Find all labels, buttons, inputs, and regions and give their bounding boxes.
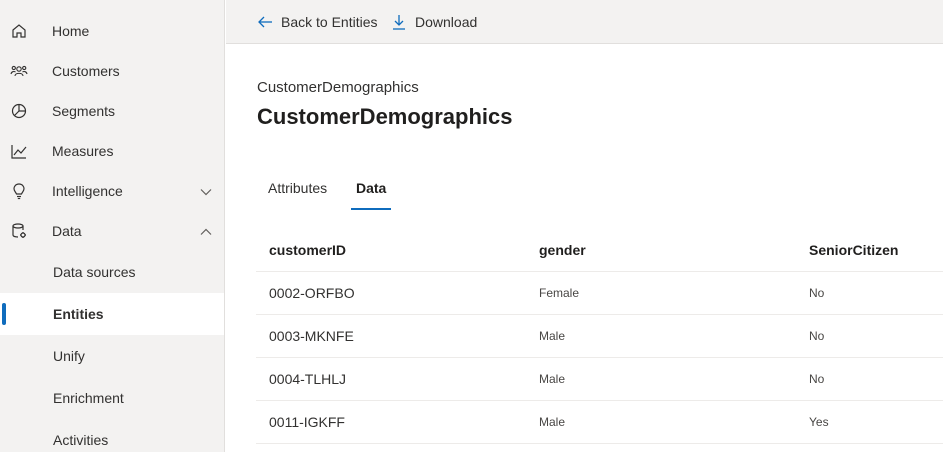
sidebar-subitem-enrichment[interactable]: Enrichment [0,377,224,419]
column-header-customerid[interactable]: customerID [269,228,346,271]
cell-gender: Male [539,329,566,343]
cell-seniorcitizen: No [809,329,825,343]
cell-customerid: 0003-MKNFE [269,328,354,344]
cell-customerid: 0004-TLHLJ [269,371,347,387]
sidebar-item-intelligence[interactable]: Intelligence [0,171,224,211]
table-row[interactable]: 0011-IGKFF Male Yes [256,401,943,444]
sidebar-item-label: Intelligence [52,183,123,199]
sidebar-item-measures[interactable]: Measures [0,131,224,171]
selected-indicator [2,303,6,325]
sidebar-item-label: Customers [52,63,120,79]
sidebar-subitem-label: Entities [53,306,104,322]
cell-gender: Male [539,372,566,386]
tab-data[interactable]: Data [356,180,386,196]
cell-customerid: 0002-ORFBO [269,285,355,301]
page-subtitle: CustomerDemographics [257,79,419,96]
sidebar-nav: Home Customers Segments Measures Intelli… [0,0,225,452]
sidebar-item-segments[interactable]: Segments [0,91,224,131]
column-header-seniorcitizen[interactable]: SeniorCitizen [809,228,898,271]
cell-seniorcitizen: No [809,286,825,300]
cell-customerid: 0011-IGKFF [269,414,345,430]
back-label: Back to Entities [281,13,378,30]
sidebar-subitem-activities[interactable]: Activities [0,419,224,452]
data-icon [12,223,26,238]
cell-gender: Male [539,415,566,429]
sidebar-subitem-label: Activities [53,432,109,448]
sidebar-subitem-label: Unify [53,348,85,364]
sidebar-item-label: Segments [52,103,116,119]
cell-gender: Female [539,286,580,300]
sidebar-subitem-label: Data sources [53,264,136,280]
table-row[interactable]: 0004-TLHLJ Male No [256,358,943,401]
table-row[interactable]: 0003-MKNFE Male No [256,315,943,358]
lightbulb-icon [13,183,25,200]
page-title: CustomerDemographics [257,104,513,129]
back-to-entities-button[interactable]: Back to Entities [257,0,378,43]
cell-seniorcitizen: Yes [809,415,829,429]
table-header-row: customerID gender SeniorCitizen [256,228,943,272]
command-bar: Back to Entities Download [226,0,943,44]
active-tab-indicator [351,208,391,210]
sidebar-item-label: Measures [52,143,114,159]
column-header-gender[interactable]: gender [539,228,586,271]
chevron-up-icon[interactable] [199,225,213,239]
download-button[interactable]: Download [391,0,477,43]
home-icon [12,24,26,38]
cell-seniorcitizen: No [809,372,825,386]
sidebar-subitem-unify[interactable]: Unify [0,335,224,377]
sidebar-subitem-label: Enrichment [53,390,124,406]
download-label: Download [415,13,478,30]
tab-attributes[interactable]: Attributes [268,180,327,196]
chevron-down-icon[interactable] [199,185,213,199]
sidebar-item-data[interactable]: Data [0,211,224,251]
measures-icon [11,145,27,159]
sidebar-subitem-data-sources[interactable]: Data sources [0,251,224,293]
sidebar-item-label: Home [52,23,90,39]
segments-icon [11,103,27,119]
sidebar-item-home[interactable]: Home [0,11,224,51]
download-icon [393,14,405,30]
table-row[interactable]: 0002-ORFBO Female No [256,272,943,315]
customers-icon [10,65,28,77]
arrow-left-icon [258,16,272,27]
sidebar-item-customers[interactable]: Customers [0,51,224,91]
sidebar-item-label: Data [52,223,82,239]
sidebar-subitem-entities[interactable]: Entities [0,293,224,335]
